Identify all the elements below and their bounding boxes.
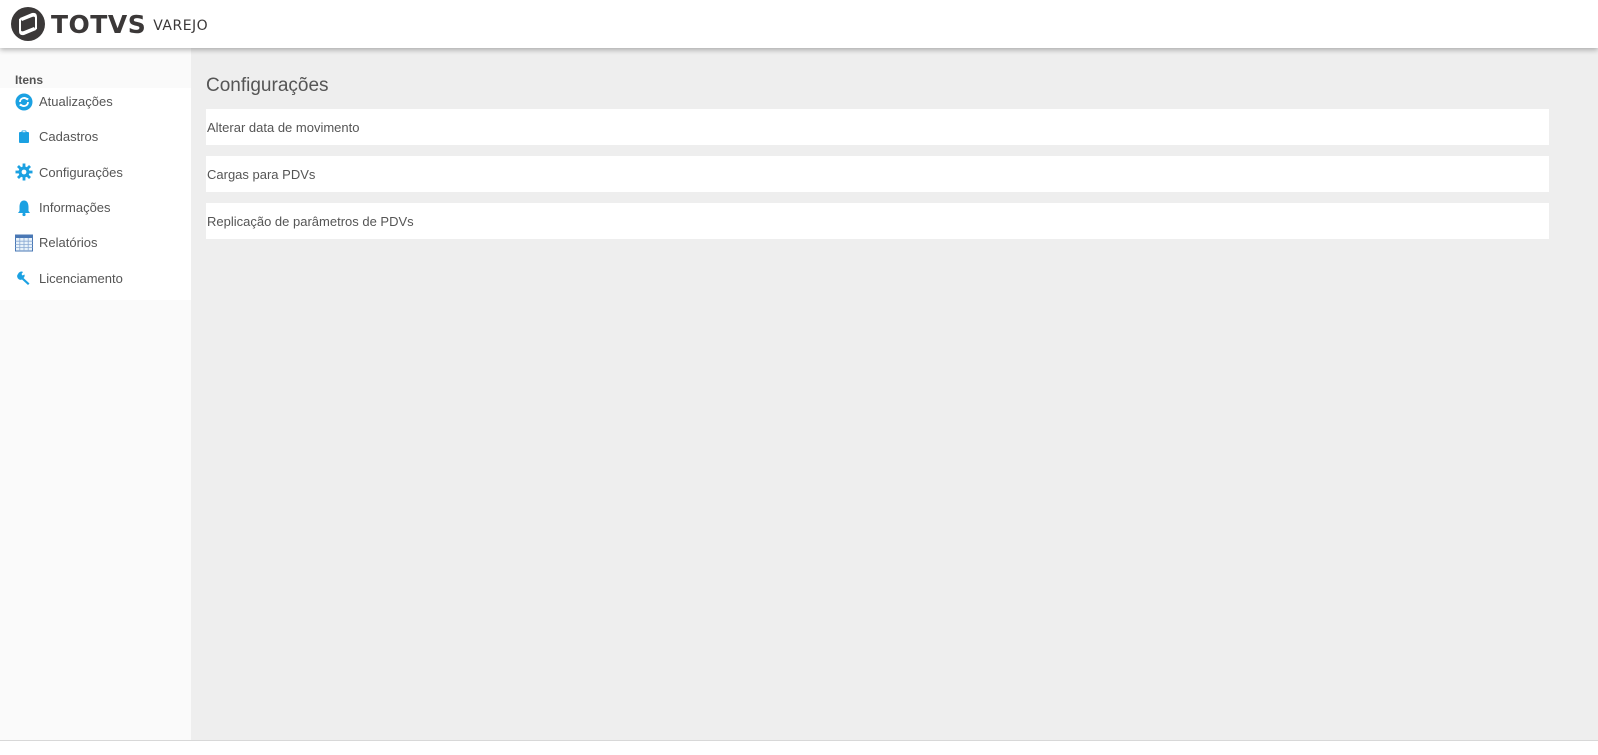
config-item-label: Cargas para PDVs [207, 166, 316, 182]
gear-icon [15, 163, 33, 181]
spreadsheet-icon [15, 234, 33, 252]
top-header: TOTVS VAREJO [0, 0, 1598, 48]
product-name: VAREJO [153, 18, 209, 34]
config-list: Alterar data de movimento Cargas para PD… [206, 109, 1549, 239]
refresh-icon [15, 93, 33, 111]
sidebar-item-label: Configurações [39, 164, 123, 180]
sidebar-item-relatorios[interactable]: Relatórios [0, 225, 191, 260]
totvs-logo[interactable]: TOTVS VAREJO [10, 6, 208, 42]
wrench-icon [15, 269, 33, 287]
sidebar-item-cadastros[interactable]: Cadastros [0, 119, 191, 154]
main-content: Configurações Alterar data de movimento … [206, 48, 1549, 250]
brand-name: TOTVS [51, 9, 147, 39]
clipboard-icon [15, 128, 33, 146]
sidebar-item-licenciamento[interactable]: Licenciamento [0, 260, 191, 295]
bell-icon [15, 199, 33, 217]
sidebar-menu: Itens Atualizações Cadastros Configuraçõ… [0, 48, 191, 300]
sidebar: Itens Atualizações Cadastros Configuraçõ… [0, 48, 191, 740]
sidebar-item-label: Relatórios [39, 235, 98, 251]
config-item-label: Replicação de parâmetros de PDVs [207, 213, 414, 229]
bottom-strip [0, 741, 1598, 755]
sidebar-item-informacoes[interactable]: Informações [0, 190, 191, 225]
page-title: Configurações [206, 75, 329, 96]
sidebar-item-atualizacoes[interactable]: Atualizações [0, 84, 191, 119]
sidebar-item-label: Atualizações [39, 94, 113, 110]
sidebar-item-label: Cadastros [39, 129, 99, 145]
config-item-replicacao-de-parametros[interactable]: Replicação de parâmetros de PDVs [206, 203, 1549, 239]
config-item-alterar-data-de-movimento[interactable]: Alterar data de movimento [206, 109, 1549, 145]
sidebar-item-label: Informações [39, 200, 111, 216]
config-item-label: Alterar data de movimento [207, 119, 360, 135]
sidebar-item-configuracoes[interactable]: Configurações [0, 155, 191, 190]
sidebar-item-label: Licenciamento [39, 270, 123, 286]
totvs-logo-mark-icon [11, 7, 45, 41]
config-item-cargas-para-pdvs[interactable]: Cargas para PDVs [206, 156, 1549, 192]
sidebar-title: Itens [0, 48, 191, 88]
